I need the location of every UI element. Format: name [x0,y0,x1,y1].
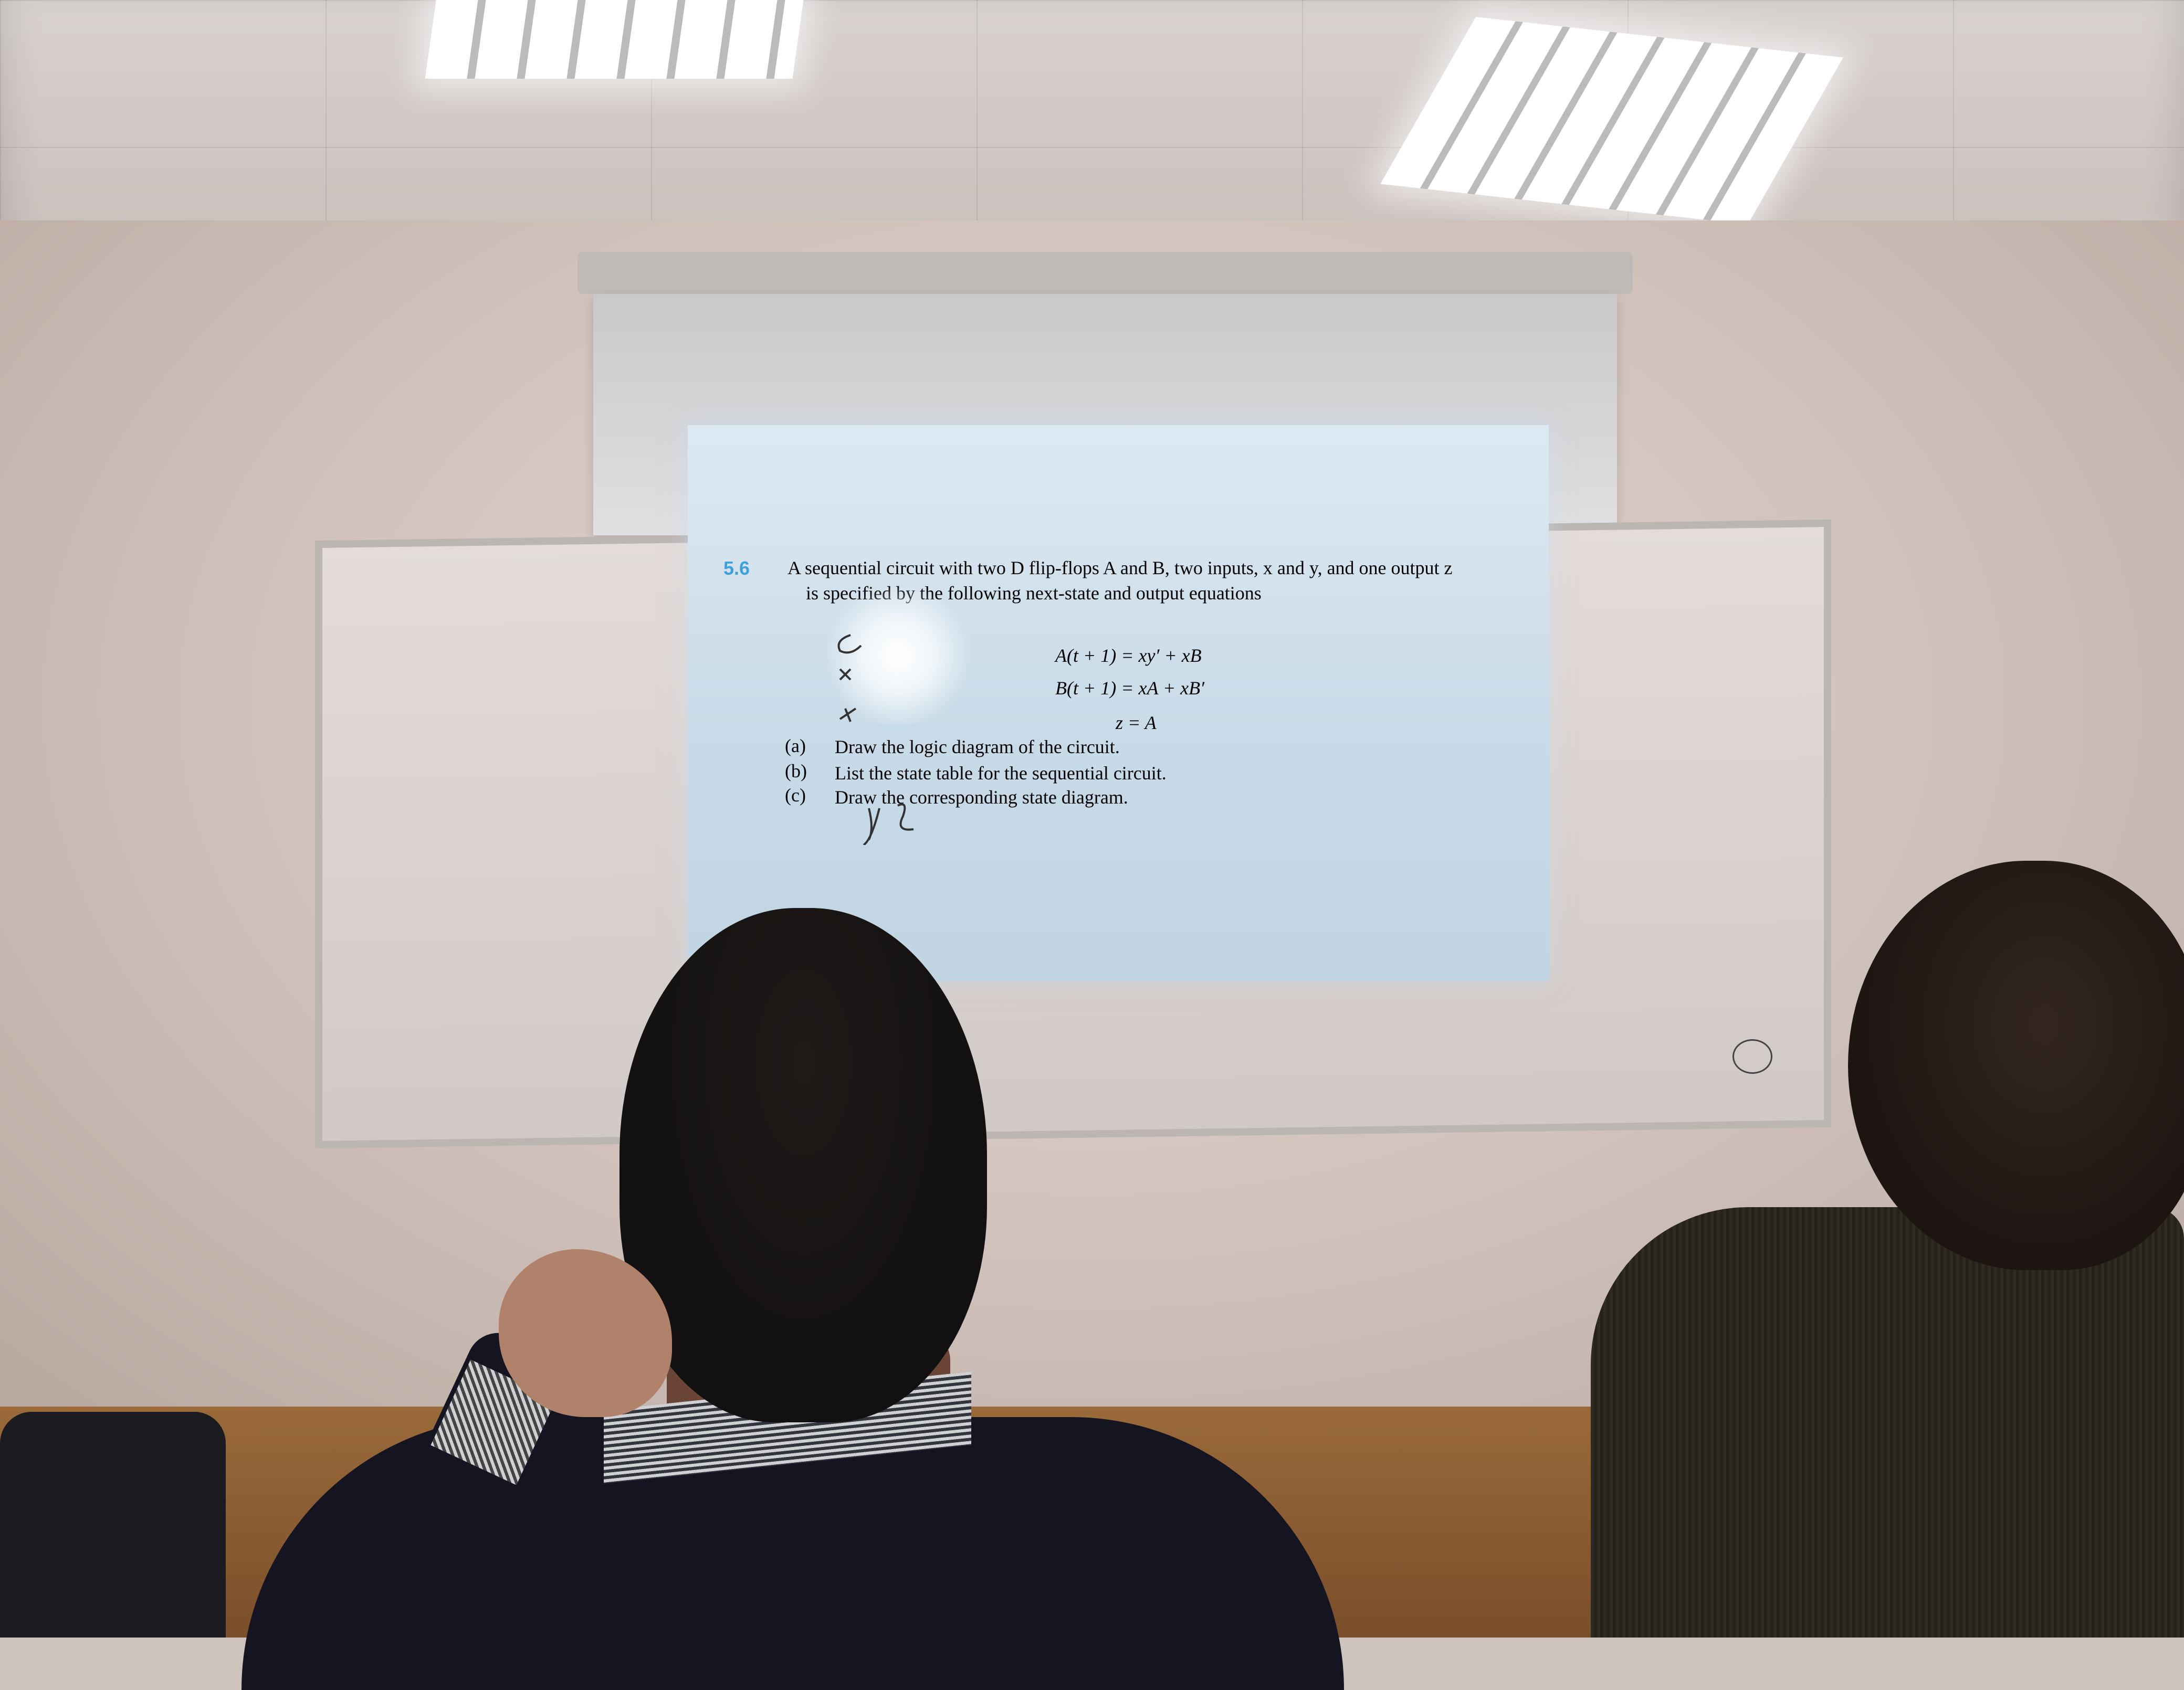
part-c-label: (c) [785,785,806,806]
student-left-head [620,908,987,1422]
problem-text-line-1: A sequential circuit with two D flip-flo… [788,557,1453,578]
ceiling-light-left [425,0,804,79]
equation-a: A(t + 1) = xy′ + xB [1055,645,1202,666]
marker-scribbles [837,634,914,845]
equation-z: z = A [1116,712,1157,733]
equation-b: B(t + 1) = xA + xB′ [1055,678,1205,699]
part-a-label: (a) [785,735,806,756]
whiteboard-mark [1732,1039,1772,1074]
student-right-body [1591,1207,2184,1638]
problem-number: 5.6 [723,557,750,579]
chair [0,1412,226,1638]
part-b-label: (b) [785,761,807,781]
projector-screen-housing [578,252,1633,294]
projected-slide [688,425,1549,981]
